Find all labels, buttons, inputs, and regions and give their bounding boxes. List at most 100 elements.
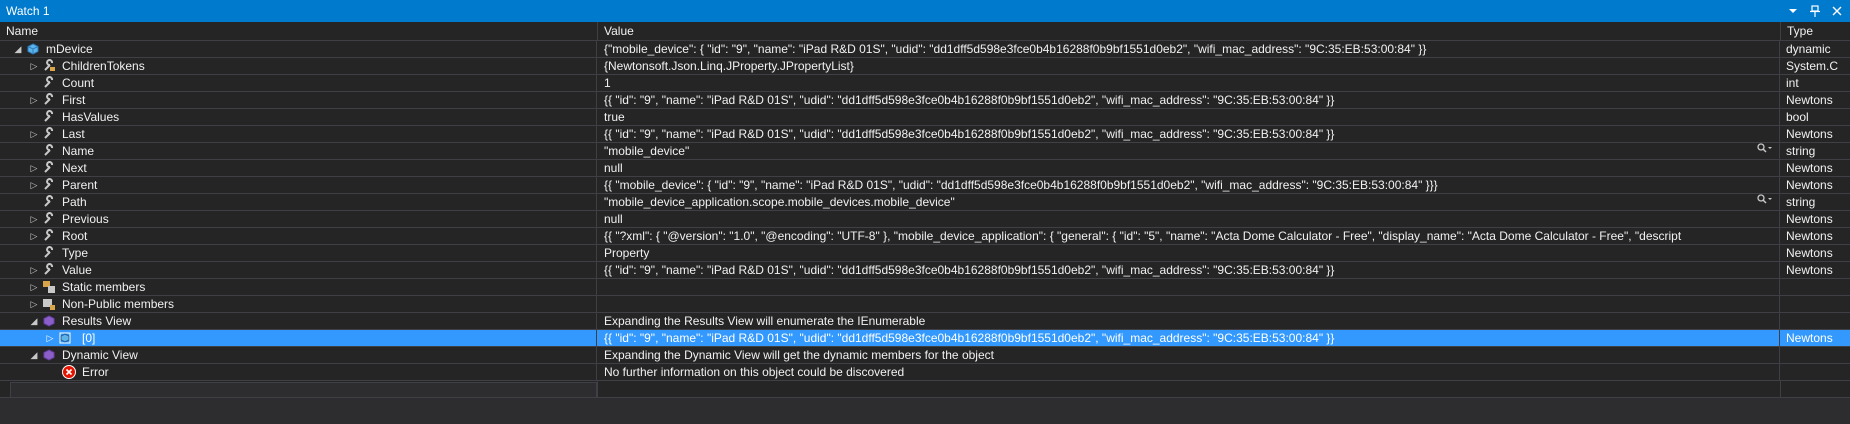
watch-window-titlebar[interactable]: Watch 1: [0, 0, 1850, 22]
property-lock-wrench-icon: [42, 59, 56, 73]
new-watch-input[interactable]: [10, 382, 597, 398]
collapsed-triangle-icon[interactable]: ▷: [28, 177, 40, 193]
row-type: Newtons: [1786, 229, 1833, 243]
watch-row-parent[interactable]: ▷ Parent {{ "mobile_device": { "id": "9"…: [0, 177, 1850, 194]
row-value[interactable]: {{ "id": "9", "name": "iPad R&D 01S", "u…: [598, 126, 1780, 142]
window-title: Watch 1: [6, 4, 50, 18]
property-wrench-icon: [42, 263, 56, 277]
pin-icon[interactable]: [1808, 4, 1822, 18]
watch-row-last[interactable]: ▷ Last {{ "id": "9", "name": "iPad R&D 0…: [0, 126, 1850, 143]
row-name: Name: [62, 144, 95, 158]
watch-row-path[interactable]: Path "mobile_device_application.scope.mo…: [0, 194, 1850, 211]
row-value[interactable]: {"mobile_device": { "id": "9", "name": "…: [598, 41, 1780, 57]
watch-row-value[interactable]: ▷ Value {{ "id": "9", "name": "iPad R&D …: [0, 262, 1850, 279]
watch-row-results-item-0[interactable]: ▷ [0] {{ "id": "9", "name": "iPad R&D 01…: [0, 330, 1850, 347]
row-name: Path: [62, 195, 87, 209]
row-name: [0]: [82, 331, 96, 345]
collapsed-triangle-icon[interactable]: ▷: [28, 211, 40, 227]
row-name: Non-Public members: [62, 297, 175, 311]
row-type: Newtons: [1786, 127, 1833, 141]
row-value[interactable]: {{ "id": "9", "name": "iPad R&D 01S", "u…: [598, 262, 1780, 278]
row-value[interactable]: {{ "?xml": { "@version": "1.0", "@encodi…: [598, 228, 1780, 244]
row-type: [1781, 313, 1850, 329]
static-members-icon: [42, 280, 56, 294]
row-value[interactable]: "mobile_device": [598, 143, 1780, 159]
collapsed-triangle-icon[interactable]: ▷: [28, 262, 40, 278]
row-name: ChildrenTokens: [62, 59, 145, 73]
empty-area: [0, 400, 1850, 424]
watch-row-dynamic-view[interactable]: ◢ Dynamic View Expanding the Dynamic Vie…: [0, 347, 1850, 364]
row-value[interactable]: 1: [598, 75, 1780, 91]
watch-row-count[interactable]: Count 1 int: [0, 75, 1850, 92]
row-value[interactable]: null: [598, 211, 1780, 227]
row-value[interactable]: [598, 279, 1780, 295]
watch-row-previous[interactable]: ▷ Previous null Newtons: [0, 211, 1850, 228]
collapsed-triangle-icon[interactable]: ▷: [44, 330, 56, 346]
row-value[interactable]: "mobile_device_application.scope.mobile_…: [598, 194, 1780, 210]
window-menu-chevron-down-icon[interactable]: [1786, 4, 1800, 18]
row-value[interactable]: {{ "id": "9", "name": "iPad R&D 01S", "u…: [598, 92, 1780, 108]
column-header-value[interactable]: Value: [598, 22, 1781, 40]
collapsed-triangle-icon[interactable]: ▷: [28, 126, 40, 142]
text-visualizer-magnifier-icon[interactable]: [1757, 143, 1773, 159]
watch-row-root[interactable]: ▷ Root {{ "?xml": { "@version": "1.0", "…: [0, 228, 1850, 245]
column-header-name[interactable]: Name: [0, 22, 598, 40]
watch-row-results-view[interactable]: ◢ Results View Expanding the Results Vie…: [0, 313, 1850, 330]
row-name: HasValues: [62, 110, 120, 124]
row-value[interactable]: Expanding the Results View will enumerat…: [598, 313, 1780, 329]
watch-row-type[interactable]: Type Property Newtons: [0, 245, 1850, 262]
watch-row-next[interactable]: ▷ Next null Newtons: [0, 160, 1850, 177]
row-type: Newtons: [1786, 212, 1833, 226]
results-view-cube-icon: [42, 314, 56, 328]
row-value[interactable]: [598, 296, 1780, 312]
watch-row-static-members[interactable]: ▷ Static members: [0, 279, 1850, 296]
collapsed-triangle-icon[interactable]: ▷: [28, 160, 40, 176]
row-name: Value: [62, 263, 92, 277]
watch-row-mdevice[interactable]: ◢ mDevice {"mobile_device": { "id": "9",…: [0, 41, 1850, 58]
expanded-triangle-icon[interactable]: ◢: [28, 313, 40, 329]
property-wrench-icon: [42, 246, 56, 260]
row-type: Newtons: [1786, 263, 1833, 277]
row-value[interactable]: true: [598, 109, 1780, 125]
object-cube-icon: [58, 331, 72, 345]
watch-row-non-public-members[interactable]: ▷ Non-Public members: [0, 296, 1850, 313]
collapsed-triangle-icon[interactable]: ▷: [28, 58, 40, 74]
row-value[interactable]: No further information on this object co…: [598, 364, 1780, 380]
expanded-triangle-icon[interactable]: ◢: [12, 41, 24, 57]
close-icon[interactable]: [1830, 4, 1844, 18]
non-public-members-icon: [42, 297, 56, 311]
row-value[interactable]: {{ "id": "9", "name": "iPad R&D 01S", "u…: [598, 330, 1780, 346]
watch-row-hasvalues[interactable]: HasValues true bool: [0, 109, 1850, 126]
column-header-type[interactable]: Type: [1781, 22, 1850, 40]
property-wrench-icon: [42, 212, 56, 226]
watch-row-name[interactable]: Name "mobile_device" string: [0, 143, 1850, 160]
row-name: Root: [62, 229, 88, 243]
row-value[interactable]: null: [598, 160, 1780, 176]
property-wrench-icon: [42, 178, 56, 192]
row-value[interactable]: {{ "mobile_device": { "id": "9", "name":…: [598, 177, 1780, 193]
collapsed-triangle-icon[interactable]: ▷: [28, 228, 40, 244]
collapsed-triangle-icon[interactable]: ▷: [28, 92, 40, 108]
collapsed-triangle-icon[interactable]: ▷: [28, 296, 40, 312]
row-type: [1781, 347, 1850, 363]
row-type: int: [1786, 76, 1799, 90]
watch-row-childrentokens[interactable]: ▷ ChildrenTokens {Newtonsoft.Json.Linq.J…: [0, 58, 1850, 75]
row-type: Newtons: [1786, 161, 1833, 175]
row-value[interactable]: {Newtonsoft.Json.Linq.JProperty.JPropert…: [598, 58, 1780, 74]
object-cube-icon: [26, 42, 40, 56]
property-wrench-icon: [42, 144, 56, 158]
row-value[interactable]: Property: [598, 245, 1780, 261]
watch-row-error[interactable]: Error No further information on this obj…: [0, 364, 1850, 381]
row-type: [1781, 279, 1850, 295]
property-wrench-icon: [42, 195, 56, 209]
row-name: Error: [82, 365, 109, 379]
watch-row-first[interactable]: ▷ First {{ "id": "9", "name": "iPad R&D …: [0, 92, 1850, 109]
text-visualizer-magnifier-icon[interactable]: [1757, 194, 1773, 210]
collapsed-triangle-icon[interactable]: ▷: [28, 279, 40, 295]
new-watch-row[interactable]: [0, 381, 1850, 398]
error-icon: [62, 365, 76, 379]
column-header-row: Name Value Type: [0, 22, 1850, 41]
expanded-triangle-icon[interactable]: ◢: [28, 347, 40, 363]
property-wrench-icon: [42, 229, 56, 243]
row-value[interactable]: Expanding the Dynamic View will get the …: [598, 347, 1780, 363]
